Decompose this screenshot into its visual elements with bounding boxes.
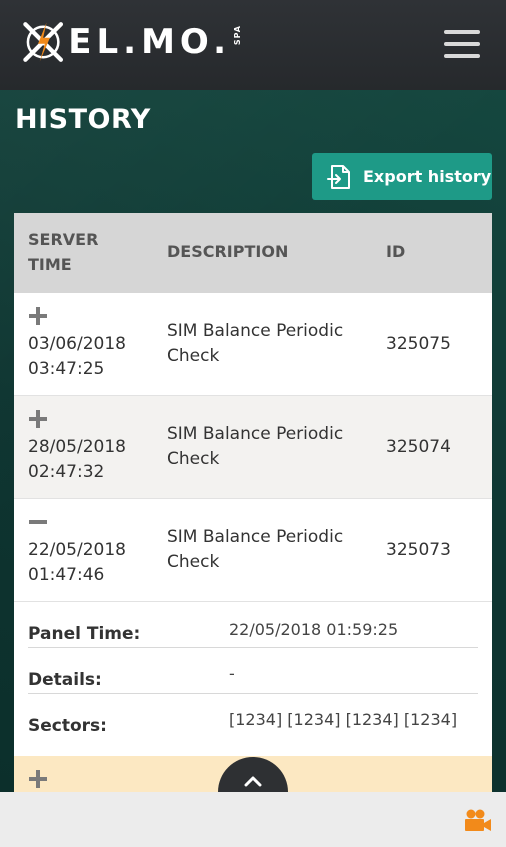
logo-text: EL.MO. <box>68 22 231 62</box>
id-cell: 325073 <box>386 540 451 560</box>
logo-mark-icon <box>23 22 64 62</box>
id-cell: 325075 <box>386 334 451 354</box>
app-header: EL.MO. SPA <box>0 0 506 90</box>
sectors-label: Sectors: <box>28 716 107 736</box>
server-time-cell: 28/05/2018 02:47:32 <box>28 435 126 485</box>
sectors-value: [1234] [1234] [1234] [1234] <box>229 710 458 729</box>
export-history-label: Export history <box>363 167 492 186</box>
detail-panel-time: Panel Time: 22/05/2018 01:59:25 <box>28 602 478 648</box>
panel-time-label: Panel Time: <box>28 624 141 644</box>
page-title: HISTORY <box>15 104 151 135</box>
logo-suffix: SPA <box>233 24 242 46</box>
detail-sectors: Sectors: [1234] [1234] [1234] [1234] <box>28 694 478 740</box>
column-header-id[interactable]: ID <box>386 239 405 264</box>
hamburger-bar <box>444 54 480 58</box>
row-detail-panel: Panel Time: 22/05/2018 01:59:25 Details:… <box>14 602 492 756</box>
id-cell: 325074 <box>386 437 451 457</box>
description-cell: SIM Balance Periodic Check <box>167 321 344 366</box>
server-time: 02:47:32 <box>28 462 105 482</box>
panel-time-value: 22/05/2018 01:59:25 <box>229 620 399 639</box>
description-cell: SIM Balance Periodic Check <box>167 527 344 572</box>
column-header-server-time[interactable]: SERVER TIME <box>28 227 128 277</box>
detail-details: Details: - <box>28 648 478 694</box>
hamburger-icon[interactable] <box>444 30 480 58</box>
table-row[interactable]: 28/05/2018 02:47:32 SIM Balance Periodic… <box>14 396 492 499</box>
chevron-up-icon <box>244 776 262 787</box>
server-date: 22/05/2018 <box>28 540 126 560</box>
details-label: Details: <box>28 670 102 690</box>
server-date: 28/05/2018 <box>28 437 126 457</box>
expand-plus-icon[interactable] <box>27 305 49 327</box>
table-row[interactable]: 03/06/2018 03:47:25 SIM Balance Periodic… <box>14 293 492 396</box>
collapse-minus-icon[interactable] <box>27 511 49 533</box>
server-time-cell: 22/05/2018 01:47:46 <box>28 538 126 588</box>
history-table: SERVER TIME DESCRIPTION ID 03/06/2018 03… <box>14 213 492 792</box>
server-time: 01:47:46 <box>28 565 105 585</box>
elmo-logo[interactable]: EL.MO. SPA <box>22 16 242 68</box>
table-row[interactable]: 22/05/2018 01:47:46 SIM Balance Periodic… <box>14 499 492 602</box>
server-date: 03/06/2018 <box>28 334 126 354</box>
server-time-cell: 03/06/2018 03:47:25 <box>28 332 126 382</box>
column-header-description[interactable]: DESCRIPTION <box>167 239 288 264</box>
export-file-icon <box>327 164 350 189</box>
video-camera-icon[interactable] <box>464 808 492 832</box>
export-history-button[interactable]: Export history <box>312 153 492 200</box>
expand-plus-icon[interactable] <box>27 768 49 790</box>
server-time: 03:47:25 <box>28 359 105 379</box>
table-header: SERVER TIME DESCRIPTION ID <box>14 213 492 293</box>
hamburger-bar <box>444 30 480 34</box>
expand-plus-icon[interactable] <box>27 408 49 430</box>
hamburger-bar <box>444 42 480 46</box>
description-cell: SIM Balance Periodic Check <box>167 424 344 469</box>
bottom-bar <box>0 792 506 847</box>
details-value: - <box>229 664 235 683</box>
